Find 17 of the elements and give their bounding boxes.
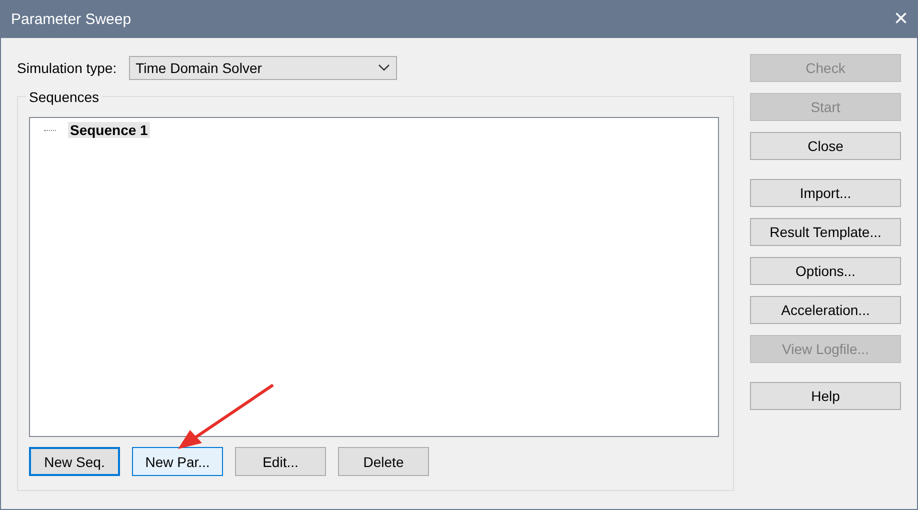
- action-button[interactable]: Edit...: [235, 447, 326, 476]
- side-button[interactable]: Help: [750, 382, 901, 410]
- side-button[interactable]: Result Template...: [750, 218, 901, 246]
- side-button[interactable]: Import...: [750, 179, 901, 207]
- action-button[interactable]: New Seq.: [29, 447, 120, 476]
- simulation-type-label: Simulation type:: [17, 60, 117, 76]
- tree-item[interactable]: Sequence 1: [68, 122, 150, 138]
- side-button[interactable]: Acceleration...: [750, 296, 901, 324]
- side-button[interactable]: Options...: [750, 257, 901, 285]
- side-button[interactable]: Close: [750, 132, 901, 160]
- simulation-type-dropdown[interactable]: Time Domain Solver: [128, 56, 397, 80]
- window-title: Parameter Sweep: [11, 10, 132, 28]
- close-button[interactable]: ×: [894, 7, 908, 31]
- action-button[interactable]: New Par...: [132, 447, 223, 476]
- chevron-down-icon: [378, 64, 390, 72]
- group-label: Sequences: [26, 89, 102, 105]
- action-button[interactable]: Delete: [338, 447, 429, 476]
